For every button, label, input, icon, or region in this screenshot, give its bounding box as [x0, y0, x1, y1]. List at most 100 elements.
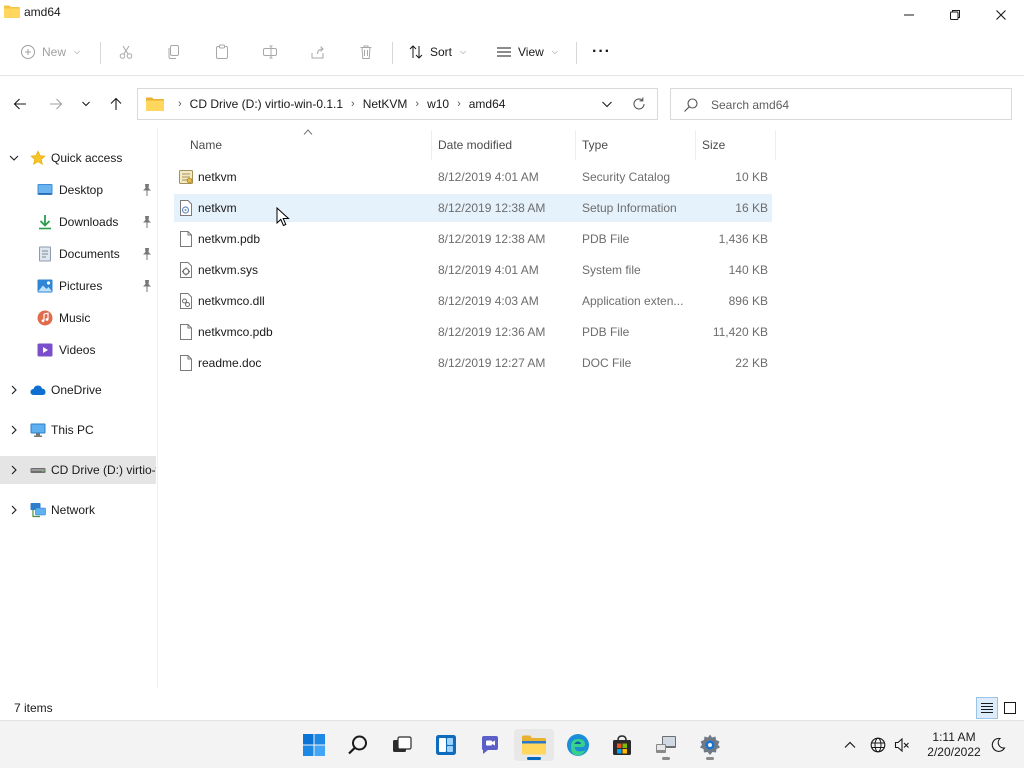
file-row[interactable]: netkvm 8/12/2019 12:38 AM Setup Informat…	[174, 194, 772, 222]
sidebar-item-onedrive[interactable]: OneDrive	[0, 376, 156, 404]
file-explorer-taskbar-button[interactable]	[514, 729, 554, 761]
chat-button[interactable]	[470, 729, 510, 761]
navigation-pane: Quick access Desktop Downloads Documents…	[0, 128, 158, 688]
trash-icon	[360, 45, 372, 59]
sidebar-item-desktop[interactable]: Desktop	[0, 176, 156, 204]
file-size: 10 KB	[735, 170, 768, 184]
sidebar-item-quick-access[interactable]: Quick access	[0, 144, 156, 172]
sidebar-item-downloads[interactable]: Downloads	[0, 208, 156, 236]
back-button[interactable]	[8, 92, 32, 116]
chevron-right-icon[interactable]	[8, 504, 20, 516]
sidebar-item-network[interactable]: Network	[0, 496, 156, 524]
search-taskbar-button[interactable]	[338, 729, 378, 761]
pin-icon[interactable]	[141, 183, 153, 197]
breadcrumb-netkvm[interactable]: NetKVM	[363, 97, 408, 111]
details-view-button[interactable]	[976, 697, 998, 719]
divider	[392, 42, 393, 64]
generic-file-icon	[180, 231, 192, 247]
sort-button[interactable]: Sort ⌵	[408, 38, 466, 66]
file-row[interactable]: netkvmco.dll 8/12/2019 4:03 AM Applicati…	[174, 287, 772, 315]
copy-button[interactable]	[166, 38, 182, 66]
rename-button[interactable]	[262, 38, 278, 66]
file-row[interactable]: netkvmco.pdb 8/12/2019 12:36 AM PDB File…	[174, 318, 772, 346]
sidebar-item-pictures[interactable]: Pictures	[0, 272, 156, 300]
folder-icon	[146, 97, 164, 111]
sidebar-item-this-pc[interactable]: This PC	[0, 416, 156, 444]
title-bar[interactable]: amd64	[0, 0, 1024, 30]
clock[interactable]: 1:11 AM 2/20/2022	[920, 730, 988, 760]
taskbar: 1:11 AM 2/20/2022	[0, 720, 1024, 768]
search-input[interactable]: Search amd64	[711, 98, 789, 112]
sidebar-item-documents[interactable]: Documents	[0, 240, 156, 268]
forward-button[interactable]	[44, 92, 68, 116]
recent-locations-button[interactable]	[74, 92, 98, 116]
file-row[interactable]: netkvm 8/12/2019 4:01 AM Security Catalo…	[174, 163, 772, 191]
delete-button[interactable]	[358, 38, 374, 66]
restore-button[interactable]	[932, 0, 978, 30]
network-status-button[interactable]	[868, 735, 888, 755]
microsoft-store-button[interactable]	[602, 729, 642, 761]
arrow-right-icon	[50, 98, 63, 110]
file-type: Security Catalog	[582, 170, 671, 184]
sidebar-item-cd-drive[interactable]: CD Drive (D:) virtio-win-0.1.1	[0, 456, 156, 484]
widgets-button[interactable]	[426, 729, 466, 761]
file-name: readme.doc	[198, 356, 262, 370]
sidebar-item-label: CD Drive (D:) virtio-win-0.1.1	[51, 463, 156, 477]
task-view-button[interactable]	[382, 729, 422, 761]
chevron-down-icon[interactable]	[8, 152, 20, 164]
column-header-row: Name Date modified Type Size	[174, 130, 776, 160]
breadcrumb-cd-drive[interactable]: CD Drive (D:) virtio-win-0.1.1	[190, 97, 343, 111]
chevron-down-icon: ⌵	[460, 47, 467, 56]
globe-icon	[870, 737, 886, 753]
paste-button[interactable]	[214, 38, 230, 66]
breadcrumb-amd64[interactable]: amd64	[469, 97, 506, 111]
large-icons-view-button[interactable]	[999, 697, 1021, 719]
chevron-down-icon[interactable]	[599, 96, 615, 112]
start-button[interactable]	[294, 729, 334, 761]
chevron-down-icon	[82, 101, 90, 107]
sidebar-item-label: Desktop	[59, 183, 104, 197]
chevron-right-icon[interactable]	[8, 464, 20, 476]
share-button[interactable]	[310, 38, 326, 66]
search-box[interactable]: Search amd64	[670, 88, 1012, 120]
view-label: View	[518, 45, 544, 59]
column-header-type[interactable]: Type	[576, 130, 696, 160]
address-bar[interactable]: › CD Drive (D:) virtio-win-0.1.1 › NetKV…	[137, 88, 658, 120]
pin-icon[interactable]	[141, 247, 153, 261]
notifications-button[interactable]	[988, 735, 1008, 755]
file-type: Application exten...	[582, 294, 684, 308]
breadcrumb-w10[interactable]: w10	[427, 97, 449, 111]
settings-button[interactable]	[690, 729, 730, 761]
volume-button[interactable]	[892, 735, 912, 755]
refresh-icon[interactable]	[630, 95, 648, 113]
pin-icon[interactable]	[141, 279, 153, 293]
edge-browser-button[interactable]	[558, 729, 598, 761]
column-header-date-modified[interactable]: Date modified	[432, 130, 576, 160]
sidebar-item-videos[interactable]: Videos	[0, 336, 156, 364]
file-row[interactable]: netkvm.sys 8/12/2019 4:01 AM System file…	[174, 256, 772, 284]
file-name: netkvm.pdb	[198, 232, 261, 246]
volume-muted-icon	[894, 737, 909, 753]
more-options-button[interactable]: ···	[592, 38, 611, 66]
device-manager-button[interactable]	[646, 729, 686, 761]
file-date: 8/12/2019 4:01 AM	[438, 170, 539, 184]
new-button[interactable]: New ⌵	[20, 38, 80, 66]
download-icon	[39, 215, 51, 230]
file-row[interactable]: netkvm.pdb 8/12/2019 12:38 AM PDB File 1…	[174, 225, 772, 253]
view-button[interactable]: View ⌵	[496, 38, 558, 66]
up-button[interactable]	[104, 92, 128, 116]
column-header-size[interactable]: Size	[696, 130, 776, 160]
chevron-right-icon[interactable]	[8, 424, 20, 436]
close-button[interactable]	[978, 0, 1024, 30]
chevron-right-icon[interactable]	[8, 384, 20, 396]
minimize-button[interactable]	[886, 0, 932, 30]
pin-icon[interactable]	[141, 215, 153, 229]
cut-button[interactable]	[118, 38, 134, 66]
task-view-icon	[393, 736, 412, 752]
sidebar-item-music[interactable]: Music	[0, 304, 156, 332]
window-title: amd64	[24, 5, 61, 19]
plus-circle-icon	[21, 45, 35, 59]
file-size: 22 KB	[735, 356, 768, 370]
file-row[interactable]: readme.doc 8/12/2019 12:27 AM DOC File 2…	[174, 349, 772, 377]
show-hidden-icons-button[interactable]	[840, 735, 860, 755]
